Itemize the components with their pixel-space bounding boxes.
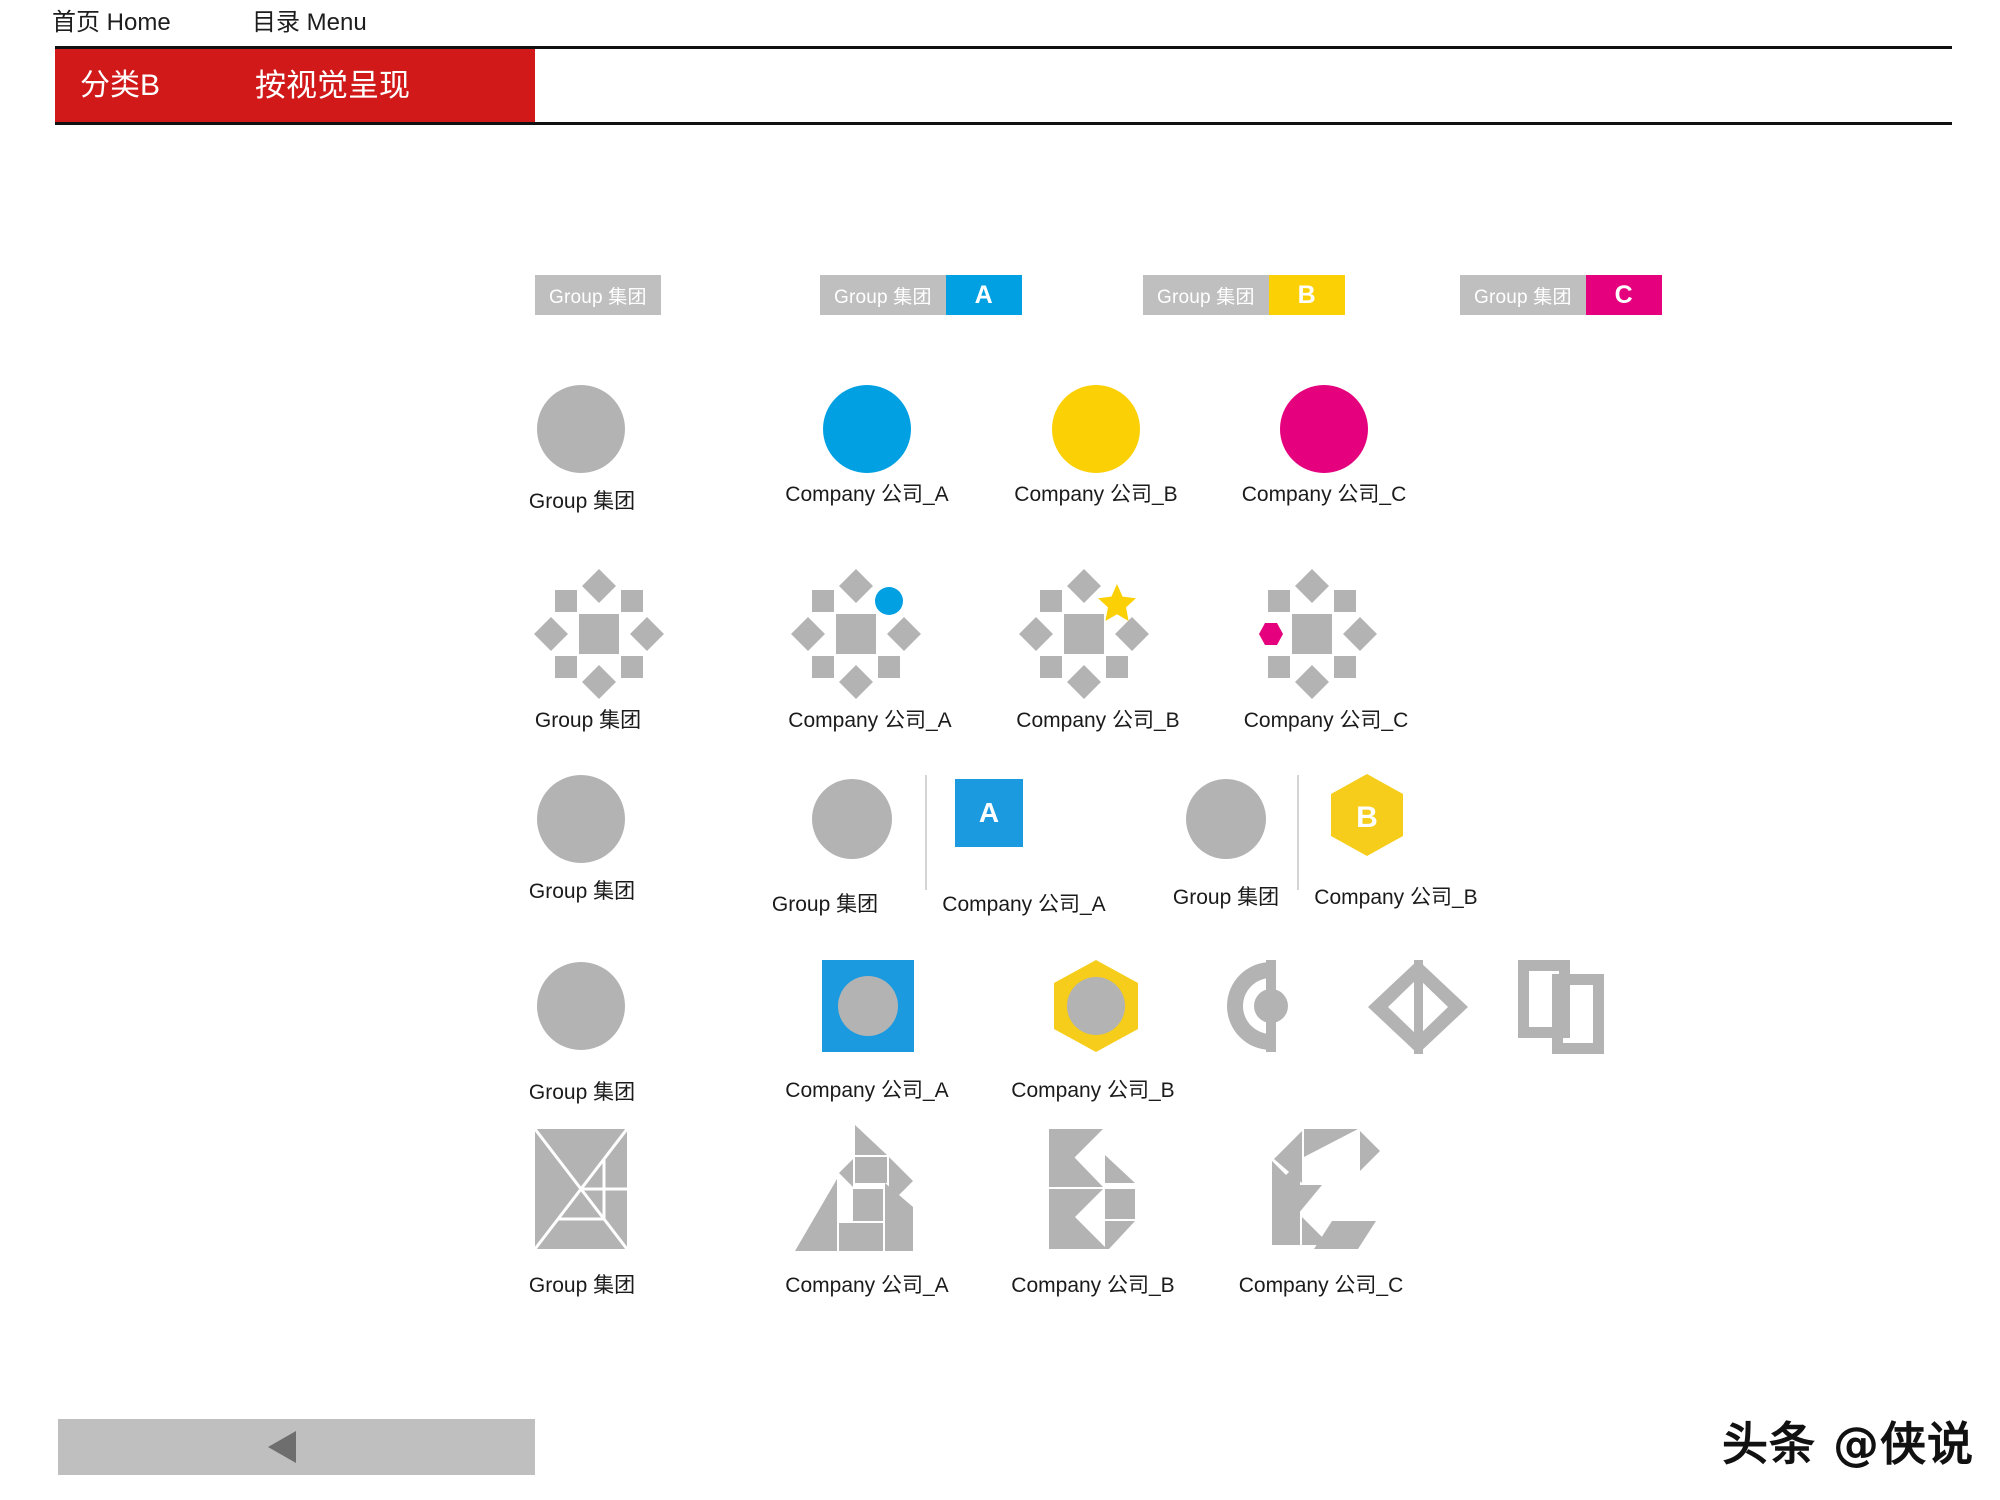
caption-group: Group 集团 (528, 490, 636, 513)
logo-letter-a: A (978, 797, 1000, 828)
logo-cluster-group[interactable] (534, 569, 664, 699)
row-circle-letter-lockup: Group 集团 A Group 集团 Company 公司_A B Group… (0, 774, 2000, 935)
logo-circle-group-b[interactable] (1186, 779, 1266, 859)
page-title: 按视觉呈现 (255, 68, 410, 103)
accent-circle-icon (875, 587, 903, 615)
group-badge-chip-a: A (945, 275, 1022, 315)
logo-circle-company-c[interactable] (1280, 385, 1368, 473)
back-arrow-icon (268, 1431, 296, 1463)
logo-abstract-ring-bar[interactable] (1225, 960, 1311, 1052)
row-diamond-cluster: Group 集团 Company 公司_A Company 公司_B Compa… (0, 569, 2000, 748)
logo-hexagon-company-b[interactable]: B (1324, 771, 1410, 859)
diamond-cluster-icon (1019, 569, 1149, 699)
caption-company-c: Company 公司_C (1243, 709, 1409, 732)
group-badge-label: Group 集团 (1460, 275, 1586, 315)
lockup-divider (1297, 775, 1299, 890)
logo-square-company-a[interactable]: A (955, 779, 1023, 847)
hexagon-icon: B (1331, 774, 1403, 856)
logo-circle-company-b[interactable] (1052, 385, 1140, 473)
logo-abstract-double-frame[interactable] (1518, 960, 1610, 1054)
header-rule-bottom (55, 122, 1952, 125)
group-badge-plain[interactable]: Group 集团 (535, 275, 661, 315)
logo-circle-group[interactable] (537, 962, 625, 1050)
logo-tangram-company-c[interactable] (1262, 1125, 1382, 1253)
group-badge-label: Group 集团 (1143, 275, 1269, 315)
logo-abstract-diamond-bar[interactable] (1368, 960, 1468, 1054)
lockup-divider (925, 775, 927, 890)
back-navigation-button[interactable] (58, 1419, 535, 1475)
hexagon-circle-icon (1054, 960, 1138, 1052)
group-badge-a[interactable]: Group 集团 A (820, 275, 1022, 315)
diamond-cluster-icon (791, 569, 921, 699)
logo-cluster-company-a[interactable] (791, 569, 921, 699)
row-circle-in-frame: Group 集团 Company 公司_A Company 公司_B (0, 960, 2000, 1130)
group-badge-row: Group 集团 Group 集团 A Group 集团 B Group 集团 … (0, 275, 2000, 315)
caption-group: Group 集团 (534, 709, 642, 732)
diamond-bar-icon (1368, 960, 1468, 1054)
tangram-letter-b-icon (1049, 1129, 1135, 1249)
tangram-letter-a-icon (795, 1125, 913, 1251)
logo-letter-b: B (1356, 801, 1378, 834)
caption-company-b: Company 公司_B (1011, 1079, 1175, 1102)
watermark: 头条 @侠说 (1721, 1417, 1974, 1471)
group-badge-b[interactable]: Group 集团 B (1143, 275, 1345, 315)
category-label: 分类B (80, 69, 161, 102)
tangram-square-icon (533, 1128, 629, 1250)
group-badge-label: Group 集团 (820, 275, 946, 315)
caption-group-a: Group 集团 (771, 893, 879, 916)
logo-circle-group[interactable] (537, 775, 625, 863)
group-badge-c[interactable]: Group 集团 C (1460, 275, 1662, 315)
ring-bar-icon (1227, 960, 1288, 1052)
tangram-letter-c-icon (1272, 1129, 1380, 1249)
double-frame-icon (1518, 960, 1604, 1054)
diamond-cluster-icon (534, 569, 664, 699)
caption-company-a: Company 公司_A (942, 893, 1106, 916)
caption-group: Group 集团 (528, 1274, 636, 1297)
group-badge-chip-c: C (1585, 275, 1662, 315)
logo-tangram-group[interactable] (531, 1125, 631, 1253)
logo-tangram-company-b[interactable] (1035, 1125, 1145, 1253)
logo-tangram-company-a[interactable] (795, 1125, 913, 1253)
group-badge-chip-b: B (1268, 275, 1345, 315)
caption-company-c: Company 公司_C (1241, 483, 1407, 506)
square-circle-icon (822, 960, 914, 1052)
logo-circle-company-a[interactable] (823, 385, 911, 473)
group-badge-label: Group 集团 (535, 275, 661, 315)
logo-cluster-company-c[interactable] (1256, 569, 1377, 699)
caption-company-c: Company 公司_C (1238, 1274, 1404, 1297)
diamond-cluster-icon (1259, 569, 1377, 699)
top-navigation: 首页 Home 目录 Menu (0, 0, 2000, 52)
caption-group: Group 集团 (528, 1081, 636, 1104)
logo-circle-group[interactable] (537, 385, 625, 473)
logo-cluster-company-b[interactable] (1019, 569, 1149, 699)
logo-square-circle-company-a[interactable] (822, 960, 914, 1052)
logo-circle-group-a[interactable] (812, 779, 892, 859)
nav-item-menu[interactable]: 目录 Menu (252, 8, 367, 38)
page-title-band: 分类B 按视觉呈现 (55, 49, 535, 122)
caption-company-b: Company 公司_B (1314, 886, 1478, 909)
row-tangram-letters: Group 集团 Company 公司_A Company 公司_B Compa… (0, 1125, 2000, 1305)
caption-group: Group 集团 (528, 880, 636, 903)
nav-item-home[interactable]: 首页 Home (52, 8, 171, 38)
row-solid-circles: Group 集团 Company 公司_A Company 公司_B Compa… (0, 385, 2000, 535)
accent-hexagon-icon (1259, 623, 1283, 645)
logo-hexagon-circle-company-b[interactable] (1048, 960, 1144, 1052)
